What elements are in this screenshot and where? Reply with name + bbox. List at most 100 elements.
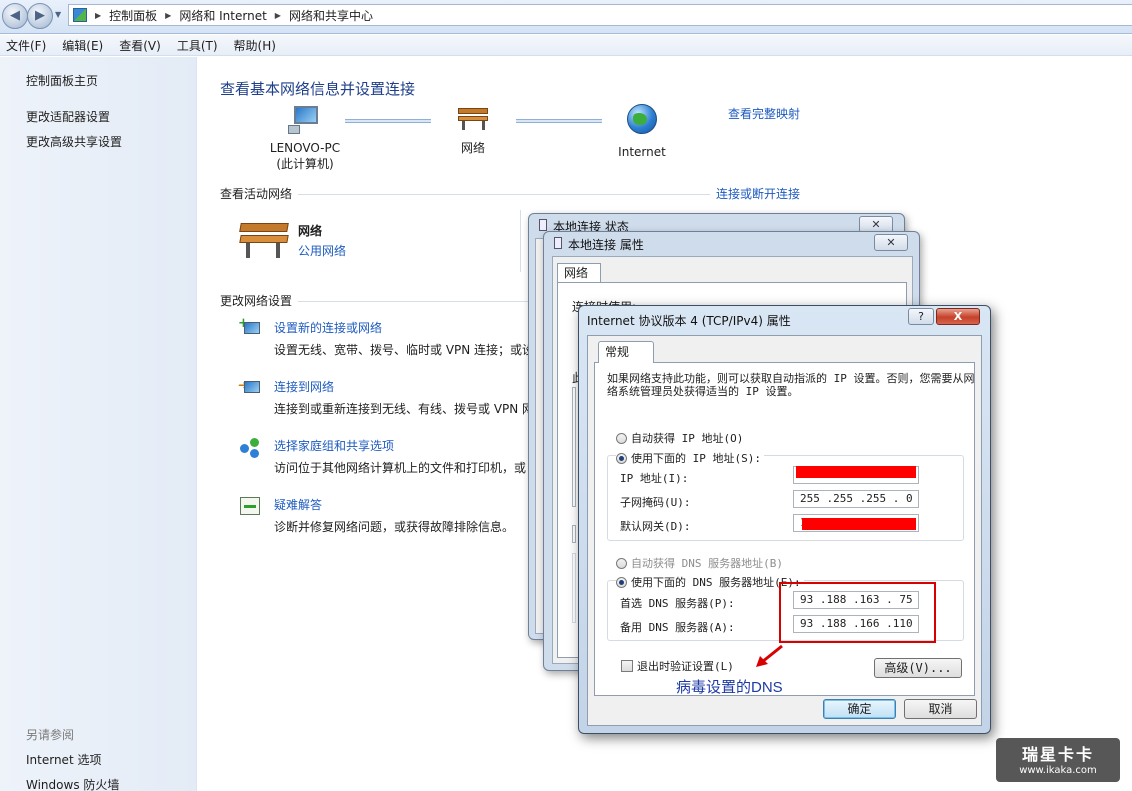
watermark: 瑞星卡卡 www.ikaka.com — [996, 738, 1120, 782]
breadcrumb-item-network-center[interactable]: 网络和共享中心 — [289, 7, 373, 24]
back-arrow-icon[interactable]: ◀ — [2, 3, 28, 29]
radio-selected-icon — [616, 452, 627, 464]
radio-selected-icon — [616, 576, 627, 588]
ok-button[interactable]: 确定 — [823, 699, 896, 719]
history-dropdown-icon[interactable]: ▼ — [55, 10, 61, 19]
checkbox-icon — [621, 660, 633, 672]
globe-icon — [627, 104, 657, 134]
chevron-right-icon[interactable]: ▶ — [165, 11, 171, 20]
subnet-mask-label: 子网掩码(U): — [620, 496, 691, 509]
network-adapter-icon — [554, 237, 562, 249]
validate-checkbox[interactable]: 退出时验证设置(L) — [621, 658, 734, 674]
install-button[interactable] — [572, 525, 576, 543]
network-node-pc[interactable]: LENOVO-PC (此计算机) — [266, 104, 344, 172]
computer-icon — [288, 104, 322, 134]
ip-address-label: IP 地址(I): — [620, 472, 689, 485]
homegroup-icon — [238, 436, 262, 460]
manual-dns-label: 使用下面的 DNS 服务器地址(E): — [631, 576, 801, 589]
connect-network-icon: ➜ — [238, 377, 262, 401]
task-new-connection-link[interactable]: 设置新的连接或网络 — [274, 319, 382, 336]
chevron-right-icon[interactable]: ▶ — [95, 11, 101, 20]
sidebar-item-advanced-sharing[interactable]: 更改高级共享设置 — [26, 133, 122, 150]
radio-circle-icon — [616, 557, 627, 569]
change-settings-heading: 更改网络设置 — [220, 294, 293, 308]
auto-dns-radio: 自动获得 DNS 服务器地址(B) — [616, 555, 783, 571]
cancel-button[interactable]: 取消 — [904, 699, 977, 719]
tab-network[interactable]: 网络 — [557, 263, 601, 283]
sidebar: 控制面板主页 更改适配器设置 更改高级共享设置 另请参阅 Internet 选项… — [0, 57, 197, 791]
address-bar: ◀ ▶ ▼ ▶ 控制面板 ▶ 网络和 Internet ▶ 网络和共享中心 — [0, 0, 1132, 34]
network-node-label: 网络 — [460, 141, 485, 155]
bench-network-icon — [456, 104, 490, 130]
troubleshoot-icon — [238, 495, 262, 519]
network-adapter-icon — [539, 219, 547, 231]
advanced-button[interactable]: 高级(V)... — [874, 658, 962, 678]
subnet-mask-field[interactable]: 255 .255 .255 . 0 — [793, 490, 919, 508]
see-also-heading: 另请参阅 — [26, 728, 75, 742]
redaction-mark — [802, 518, 916, 530]
forward-arrow-icon[interactable]: ▶ — [27, 3, 53, 29]
menu-file[interactable]: 文件(F) — [6, 37, 46, 54]
annotation-arrow-icon — [756, 644, 783, 667]
radio-circle-icon — [616, 432, 627, 444]
dialog-title: 本地连接 属性 — [568, 238, 644, 252]
view-full-map-link[interactable]: 查看完整映射 — [728, 105, 800, 122]
redaction-mark — [796, 466, 916, 478]
divider — [298, 301, 528, 302]
menu-tools[interactable]: 工具(T) — [177, 37, 218, 54]
active-network-name: 网络 — [298, 224, 323, 238]
manual-ip-label: 使用下面的 IP 地址(S): — [631, 452, 761, 465]
menu-bar: 文件(F) 编辑(E) 查看(V) 工具(T) 帮助(H) — [0, 35, 1132, 56]
task-homegroup-link[interactable]: 选择家庭组和共享选项 — [274, 437, 394, 454]
connection-line — [516, 119, 602, 123]
task-new-connection-desc: 设置无线、宽带、拨号、临时或 VPN 连接；或设 — [274, 343, 535, 357]
active-network-type-link[interactable]: 公用网络 — [298, 242, 346, 259]
connection-line — [345, 119, 431, 123]
auto-ip-label: 自动获得 IP 地址(O) — [631, 432, 744, 445]
auto-dns-label: 自动获得 DNS 服务器地址(B) — [631, 557, 783, 570]
preferred-dns-label: 首选 DNS 服务器(P): — [620, 597, 735, 610]
connect-disconnect-link[interactable]: 连接或断开连接 — [716, 185, 800, 202]
menu-view[interactable]: 查看(V) — [119, 37, 161, 54]
network-node-network[interactable]: 网络 — [448, 104, 498, 156]
manual-ip-radio[interactable]: 使用下面的 IP 地址(S): — [616, 450, 764, 466]
close-button[interactable]: X — [936, 308, 980, 325]
alternate-dns-label: 备用 DNS 服务器(A): — [620, 621, 735, 634]
network-node-internet[interactable]: Internet — [614, 104, 670, 160]
breadcrumb-item-control-panel[interactable]: 控制面板 — [109, 7, 157, 24]
watermark-brand: 瑞星卡卡 — [1021, 745, 1094, 764]
task-connect-link[interactable]: 连接到网络 — [274, 378, 334, 395]
breadcrumb[interactable]: ▶ 控制面板 ▶ 网络和 Internet ▶ 网络和共享中心 — [68, 4, 1132, 26]
manual-dns-radio[interactable]: 使用下面的 DNS 服务器地址(E): — [616, 574, 804, 590]
menu-edit[interactable]: 编辑(E) — [62, 37, 103, 54]
sidebar-item-internet-options[interactable]: Internet 选项 — [26, 751, 101, 768]
auto-ip-radio[interactable]: 自动获得 IP 地址(O) — [616, 430, 743, 446]
sidebar-item-home[interactable]: 控制面板主页 — [26, 72, 98, 89]
page-title: 查看基本网络信息并设置连接 — [220, 80, 416, 98]
breadcrumb-item-network-internet[interactable]: 网络和 Internet — [179, 7, 266, 24]
bench-network-icon — [239, 218, 290, 260]
close-button[interactable]: ✕ — [874, 234, 908, 251]
internet-node-label: Internet — [618, 145, 666, 159]
task-troubleshoot-link[interactable]: 疑难解答 — [274, 496, 322, 513]
intro-text: 如果网络支持此功能，则可以获取自动指派的 IP 设置。否则，您需要从网络系统管理… — [607, 372, 975, 398]
help-button[interactable]: ? — [908, 308, 934, 325]
menu-help[interactable]: 帮助(H) — [234, 37, 276, 54]
watermark-url: www.ikaka.com — [1019, 765, 1097, 776]
annotation-highlight-box — [779, 582, 936, 643]
task-troubleshoot-desc: 诊断并修复网络问题，或获得故障排除信息。 — [274, 520, 515, 534]
components-list[interactable] — [572, 387, 576, 507]
tab-general[interactable]: 常规 — [598, 341, 654, 363]
active-networks-heading: 查看活动网络 — [220, 187, 293, 201]
task-homegroup-desc: 访问位于其他网络计算机上的文件和打印机，或 — [274, 461, 527, 475]
description-group — [572, 553, 576, 623]
sidebar-item-firewall[interactable]: Windows 防火墙 — [26, 776, 119, 791]
control-panel-icon — [73, 8, 87, 22]
divider — [298, 194, 710, 195]
pc-name: LENOVO-PC — [269, 141, 341, 155]
divider — [520, 210, 521, 272]
new-connection-icon: + — [238, 317, 262, 342]
sidebar-item-adapter-settings[interactable]: 更改适配器设置 — [26, 108, 110, 125]
chevron-right-icon[interactable]: ▶ — [275, 11, 281, 20]
annotation-text: 病毒设置的DNS — [676, 679, 783, 696]
